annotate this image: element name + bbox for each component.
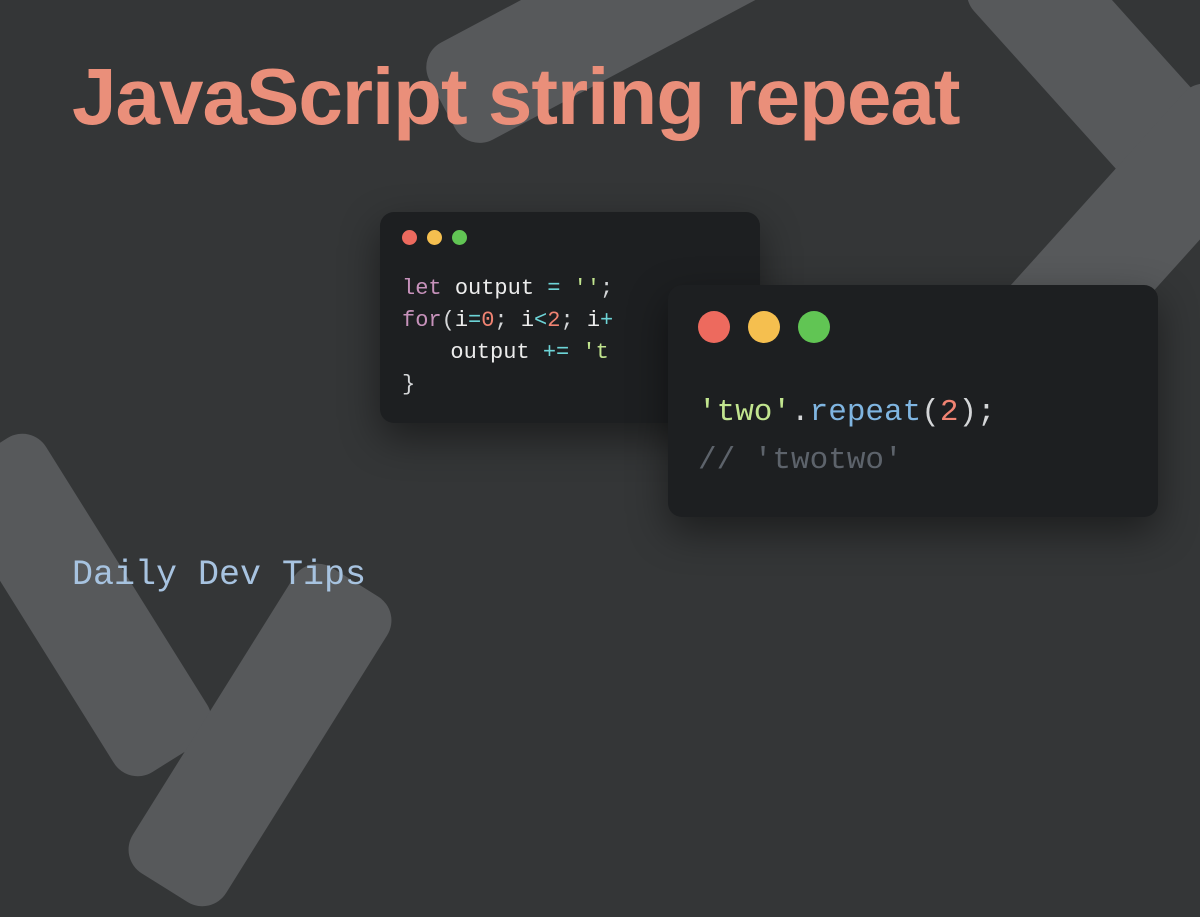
- maximize-icon: [798, 311, 830, 343]
- code-card-after: 'two'.repeat(2); // 'twotwo': [668, 285, 1158, 517]
- code-token: [534, 276, 547, 301]
- code-token: 2: [940, 395, 959, 430]
- code-token: repeat: [810, 395, 922, 430]
- site-label: Daily Dev Tips: [72, 555, 366, 595]
- code-token: 't: [582, 340, 608, 365]
- close-icon: [402, 230, 417, 245]
- code-token: =: [468, 308, 481, 333]
- code-token: output: [455, 276, 534, 301]
- code-token: [569, 340, 582, 365]
- code-token: ;: [560, 308, 573, 333]
- window-controls: [698, 311, 1128, 343]
- code-token: output: [450, 340, 529, 365]
- code-token: [442, 276, 455, 301]
- code-token: i: [455, 308, 468, 333]
- code-token: 0: [481, 308, 494, 333]
- maximize-icon: [452, 230, 467, 245]
- code-token: [560, 276, 573, 301]
- code-token: ;: [600, 276, 613, 301]
- code-token: [530, 340, 543, 365]
- minimize-icon: [427, 230, 442, 245]
- code-token: i: [521, 308, 534, 333]
- code-token: ;: [494, 308, 507, 333]
- code-token: let: [402, 276, 442, 301]
- code-token: i: [587, 308, 600, 333]
- code-snippet-after: 'two'.repeat(2); // 'twotwo': [698, 389, 1128, 485]
- minimize-icon: [748, 311, 780, 343]
- code-token: (: [921, 395, 940, 430]
- code-token: 'two': [698, 395, 791, 430]
- code-token: [508, 308, 521, 333]
- code-token: +: [600, 308, 613, 333]
- code-token: [574, 308, 587, 333]
- code-token: ): [958, 395, 977, 430]
- code-token: // 'twotwo': [698, 443, 903, 478]
- code-token: ;: [977, 395, 996, 430]
- code-token: '': [574, 276, 600, 301]
- code-token: +=: [543, 340, 569, 365]
- bg-bracket-shape: [0, 423, 222, 787]
- code-token: for: [402, 308, 442, 333]
- window-controls: [402, 230, 738, 245]
- close-icon: [698, 311, 730, 343]
- code-token: <: [534, 308, 547, 333]
- code-token: (: [442, 308, 455, 333]
- code-token: .: [791, 395, 810, 430]
- code-token: =: [547, 276, 560, 301]
- code-token: 2: [547, 308, 560, 333]
- code-token: }: [402, 372, 415, 397]
- page-title: JavaScript string repeat: [72, 55, 959, 139]
